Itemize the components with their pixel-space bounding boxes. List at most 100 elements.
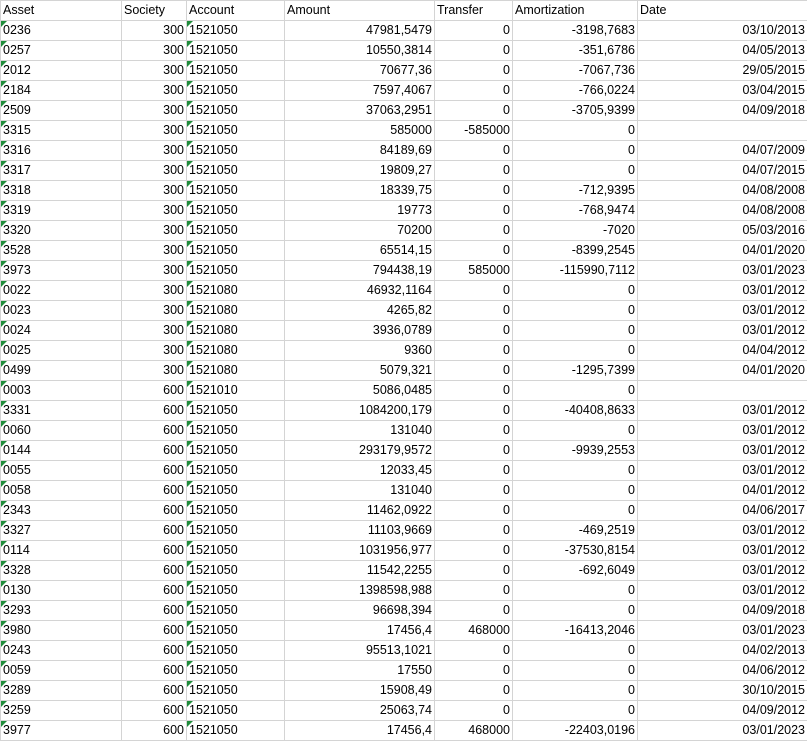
asset-cell[interactable]: 3315 xyxy=(0,120,122,141)
society-cell[interactable]: 300 xyxy=(121,160,187,181)
amount-cell[interactable]: 25063,74 xyxy=(284,700,435,721)
asset-cell[interactable]: 3328 xyxy=(0,560,122,581)
transfer-cell[interactable]: 0 xyxy=(434,360,513,381)
transfer-cell[interactable]: 0 xyxy=(434,180,513,201)
transfer-cell[interactable]: 0 xyxy=(434,140,513,161)
transfer-cell[interactable]: 0 xyxy=(434,520,513,541)
account-cell[interactable]: 1521050 xyxy=(186,640,285,661)
date-cell[interactable]: 03/01/2012 xyxy=(637,420,807,441)
account-cell[interactable]: 1521010 xyxy=(186,380,285,401)
asset-cell[interactable]: 3528 xyxy=(0,240,122,261)
date-cell[interactable]: 03/01/2023 xyxy=(637,720,807,741)
date-cell[interactable]: 03/01/2012 xyxy=(637,460,807,481)
amortization-cell[interactable]: -7020 xyxy=(512,220,638,241)
transfer-cell[interactable]: 0 xyxy=(434,340,513,361)
asset-cell[interactable]: 0130 xyxy=(0,580,122,601)
asset-cell[interactable]: 2343 xyxy=(0,500,122,521)
society-cell[interactable]: 300 xyxy=(121,20,187,41)
transfer-cell[interactable]: -585000 xyxy=(434,120,513,141)
date-cell[interactable] xyxy=(637,380,807,401)
asset-cell[interactable]: 0022 xyxy=(0,280,122,301)
amortization-cell[interactable]: 0 xyxy=(512,480,638,501)
amount-cell[interactable]: 11542,2255 xyxy=(284,560,435,581)
amortization-cell[interactable]: 0 xyxy=(512,680,638,701)
amount-cell[interactable]: 3936,0789 xyxy=(284,320,435,341)
asset-cell[interactable]: 3293 xyxy=(0,600,122,621)
asset-cell[interactable]: 0003 xyxy=(0,380,122,401)
society-cell[interactable]: 600 xyxy=(121,460,187,481)
society-cell[interactable]: 600 xyxy=(121,720,187,741)
asset-cell[interactable]: 3980 xyxy=(0,620,122,641)
transfer-cell[interactable]: 0 xyxy=(434,300,513,321)
account-cell[interactable]: 1521050 xyxy=(186,440,285,461)
amortization-cell[interactable]: -768,9474 xyxy=(512,200,638,221)
transfer-cell[interactable]: 0 xyxy=(434,660,513,681)
date-cell[interactable]: 05/03/2016 xyxy=(637,220,807,241)
transfer-cell[interactable]: 468000 xyxy=(434,720,513,741)
society-cell[interactable]: 600 xyxy=(121,560,187,581)
amount-cell[interactable]: 5079,321 xyxy=(284,360,435,381)
amortization-cell[interactable]: -692,6049 xyxy=(512,560,638,581)
asset-cell[interactable]: 3318 xyxy=(0,180,122,201)
asset-cell[interactable]: 3977 xyxy=(0,720,122,741)
asset-cell[interactable]: 0499 xyxy=(0,360,122,381)
amount-cell[interactable]: 70677,36 xyxy=(284,60,435,81)
account-cell[interactable]: 1521050 xyxy=(186,160,285,181)
date-cell[interactable]: 04/05/2013 xyxy=(637,40,807,61)
amount-cell[interactable]: 84189,69 xyxy=(284,140,435,161)
amount-cell[interactable]: 1398598,988 xyxy=(284,580,435,601)
amortization-cell[interactable]: 0 xyxy=(512,640,638,661)
transfer-cell[interactable]: 585000 xyxy=(434,260,513,281)
amount-cell[interactable]: 11462,0922 xyxy=(284,500,435,521)
account-cell[interactable]: 1521050 xyxy=(186,260,285,281)
amortization-cell[interactable]: -351,6786 xyxy=(512,40,638,61)
account-cell[interactable]: 1521050 xyxy=(186,480,285,501)
asset-cell[interactable]: 3289 xyxy=(0,680,122,701)
transfer-cell[interactable]: 0 xyxy=(434,600,513,621)
amount-cell[interactable]: 17456,4 xyxy=(284,720,435,741)
amount-cell[interactable]: 47981,5479 xyxy=(284,20,435,41)
amortization-cell[interactable]: 0 xyxy=(512,340,638,361)
date-cell[interactable]: 03/01/2012 xyxy=(637,400,807,421)
amortization-cell[interactable]: -9939,2553 xyxy=(512,440,638,461)
society-cell[interactable]: 600 xyxy=(121,380,187,401)
society-cell[interactable]: 600 xyxy=(121,580,187,601)
account-cell[interactable]: 1521080 xyxy=(186,320,285,341)
asset-cell[interactable]: 0114 xyxy=(0,540,122,561)
asset-cell[interactable]: 3317 xyxy=(0,160,122,181)
amortization-cell[interactable]: 0 xyxy=(512,420,638,441)
amount-cell[interactable]: 293179,9572 xyxy=(284,440,435,461)
amortization-cell[interactable]: -3198,7683 xyxy=(512,20,638,41)
amortization-cell[interactable]: 0 xyxy=(512,120,638,141)
date-cell[interactable]: 04/08/2008 xyxy=(637,200,807,221)
amount-cell[interactable]: 19809,27 xyxy=(284,160,435,181)
account-cell[interactable]: 1521050 xyxy=(186,560,285,581)
header-amortization[interactable]: Amortization xyxy=(512,0,638,21)
society-cell[interactable]: 300 xyxy=(121,40,187,61)
amount-cell[interactable]: 131040 xyxy=(284,480,435,501)
amount-cell[interactable]: 18339,75 xyxy=(284,180,435,201)
society-cell[interactable]: 300 xyxy=(121,260,187,281)
asset-cell[interactable]: 3319 xyxy=(0,200,122,221)
asset-cell[interactable]: 0023 xyxy=(0,300,122,321)
amount-cell[interactable]: 4265,82 xyxy=(284,300,435,321)
date-cell[interactable]: 03/01/2012 xyxy=(637,280,807,301)
account-cell[interactable]: 1521050 xyxy=(186,180,285,201)
date-cell[interactable]: 03/01/2023 xyxy=(637,620,807,641)
header-date[interactable]: Date xyxy=(637,0,807,21)
asset-cell[interactable]: 0058 xyxy=(0,480,122,501)
amount-cell[interactable]: 19773 xyxy=(284,200,435,221)
asset-cell[interactable]: 3331 xyxy=(0,400,122,421)
society-cell[interactable]: 300 xyxy=(121,320,187,341)
amount-cell[interactable]: 15908,49 xyxy=(284,680,435,701)
amount-cell[interactable]: 12033,45 xyxy=(284,460,435,481)
asset-cell[interactable]: 0257 xyxy=(0,40,122,61)
society-cell[interactable]: 300 xyxy=(121,180,187,201)
date-cell[interactable]: 04/01/2012 xyxy=(637,480,807,501)
date-cell[interactable]: 03/01/2012 xyxy=(637,440,807,461)
date-cell[interactable]: 03/01/2012 xyxy=(637,300,807,321)
transfer-cell[interactable]: 0 xyxy=(434,100,513,121)
society-cell[interactable]: 600 xyxy=(121,540,187,561)
account-cell[interactable]: 1521050 xyxy=(186,460,285,481)
transfer-cell[interactable]: 0 xyxy=(434,400,513,421)
